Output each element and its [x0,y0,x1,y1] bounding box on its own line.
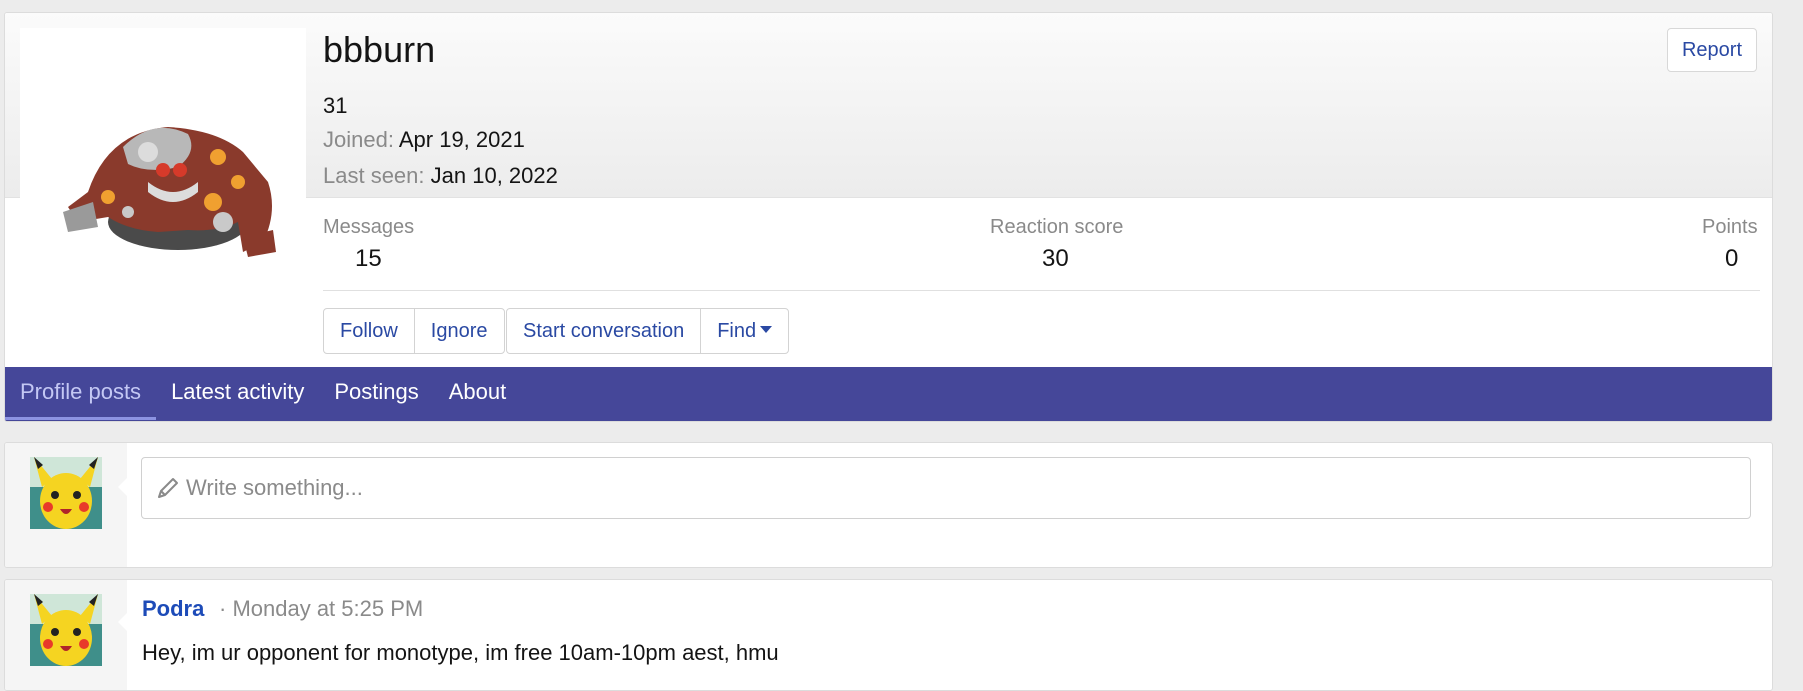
profile-tabs: Profile posts Latest activity Postings A… [5,367,1772,421]
member-avatar[interactable] [20,28,306,270]
reaction-score-label: Reaction score [990,216,1124,238]
reaction-score-value[interactable]: 30 [1042,245,1069,273]
find-label: Find [717,320,757,342]
composer-pointer [118,475,130,499]
username: bbburn [323,29,436,70]
post-timestamp[interactable]: · Monday at 5:25 PM [219,596,423,622]
conversation-find-group: Start conversation Find [506,308,790,354]
ignore-button[interactable]: Ignore [415,309,504,353]
joined-line: Joined: Apr 19, 2021 [323,127,525,153]
profile-post: Podra · Monday at 5:25 PM Hey, im ur opp… [4,579,1773,691]
write-something-placeholder: Write something... [186,475,363,500]
pikachu-avatar-icon[interactable] [30,457,102,529]
follow-ignore-group: Follow Ignore [323,308,505,354]
follow-button[interactable]: Follow [324,309,415,353]
last-seen-value: Jan 10, 2022 [430,163,558,188]
heatran-avatar-icon [63,127,276,257]
find-button[interactable]: Find [701,309,788,353]
points-value[interactable]: 0 [1725,245,1738,273]
tab-about[interactable]: About [434,367,522,420]
chevron-down-icon [760,326,773,334]
tab-latest-activity[interactable]: Latest activity [156,367,319,420]
joined-value: Apr 19, 2021 [398,127,525,152]
joined-label: Joined: [323,127,394,152]
post-text: Hey, im ur opponent for monotype, im fre… [142,640,779,665]
messages-label: Messages [323,216,415,238]
stats-divider [323,290,1760,291]
start-conversation-button[interactable]: Start conversation [507,309,702,353]
profile-post-composer: Write something... [4,442,1773,568]
pencil-icon [158,478,178,498]
user-title: 31 [323,93,348,118]
post-author-link[interactable]: Podra [142,596,204,622]
write-something-input[interactable]: Write something... [141,457,1751,519]
pikachu-avatar-icon[interactable] [30,594,102,666]
last-seen-label: Last seen: [323,163,425,188]
tab-postings[interactable]: Postings [319,367,433,420]
post-pointer [118,610,130,634]
report-button[interactable]: Report [1667,28,1757,72]
messages-value[interactable]: 15 [355,245,382,273]
points-label: Points [1702,216,1758,238]
tab-profile-posts[interactable]: Profile posts [5,367,157,420]
member-profile-card: bbburn 31 Joined: Apr 19, 2021 Last seen… [4,12,1773,422]
last-seen-line: Last seen: Jan 10, 2022 [323,163,558,189]
